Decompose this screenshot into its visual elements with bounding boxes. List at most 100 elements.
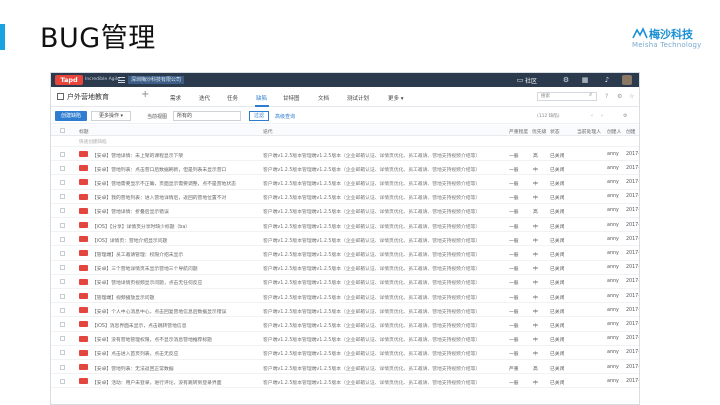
create-bug-button[interactable]: 创建缺陷: [55, 111, 87, 121]
bug-status[interactable]: 已关闭: [550, 379, 564, 386]
bug-title-link[interactable]: 【安卓】营地列表：点击营口后数据刷新，但是列表未显示营口: [92, 166, 262, 173]
bug-status[interactable]: 已关闭: [550, 208, 564, 215]
tab-docs[interactable]: 文档: [318, 94, 329, 102]
table-row[interactable]: 【安卓】营地需要显示不正确，页面显示需要调整，点不是营地状态 客户端v1.2.5版…: [51, 175, 639, 190]
advanced-search-link[interactable]: 高级查询: [275, 113, 295, 120]
bug-status[interactable]: 已关闭: [550, 223, 564, 230]
bug-title-link[interactable]: 【安卓】营地详情页视频显示问题，点击无任何反应: [92, 279, 262, 286]
pager-next-icon[interactable]: ›: [601, 113, 603, 119]
community-link[interactable]: 社区: [525, 76, 537, 85]
table-row[interactable]: 【安卓】个人中心消息中心，点击回复营地信息后数据显示错误 客户端v1.2.5版本管…: [51, 303, 639, 318]
row-checkbox[interactable]: [60, 151, 65, 157]
col-priority[interactable]: 优先级: [532, 128, 546, 135]
bug-title-link[interactable]: 【安卓】营地详情：未上架的课程显示下架: [92, 152, 262, 159]
search-input[interactable]: 搜索: [537, 92, 597, 101]
table-row[interactable]: 【iOS】【分享】详情页分享时缺少标题（ba） 客户端v1.2.5版本管理端v1.…: [51, 218, 639, 233]
bug-status[interactable]: 已关闭: [550, 265, 564, 272]
row-checkbox[interactable]: [60, 364, 65, 370]
row-checkbox[interactable]: [60, 179, 65, 185]
row-checkbox[interactable]: [60, 208, 65, 214]
bug-status[interactable]: 已关闭: [550, 322, 564, 329]
search-icon[interactable]: ⌕: [589, 91, 592, 99]
row-checkbox[interactable]: [60, 293, 65, 299]
bug-title-link[interactable]: 【安卓】我的营地列表：进入营地详情后，返回的营地位置不对: [92, 194, 262, 201]
table-row[interactable]: 【安卓】活动：用户未登录，进行评论，没有跳转到登录界面 客户端v1.2.5版本管理…: [51, 374, 639, 389]
bug-title-link[interactable]: 【安卓】点击进入首页列表，点击无反应: [92, 350, 262, 357]
bug-status[interactable]: 已关闭: [550, 251, 564, 258]
quick-create-input[interactable]: 快速创建缺陷: [79, 139, 107, 145]
menu-icon[interactable]: [118, 76, 125, 84]
tab-stories[interactable]: 需求: [170, 94, 181, 102]
bug-title-link[interactable]: 【安卓】营地需要显示不正确，页面显示需要调整，点不是营地状态: [92, 180, 262, 187]
bug-status[interactable]: 已关闭: [550, 194, 564, 201]
row-checkbox[interactable]: [60, 194, 65, 200]
bug-status[interactable]: 已关闭: [550, 237, 564, 244]
bug-status[interactable]: 已关闭: [550, 152, 564, 159]
bug-status[interactable]: 已关闭: [550, 336, 564, 343]
col-creator[interactable]: 创建人: [607, 128, 621, 135]
table-row[interactable]: 【安卓】点击进入首页列表，点击无反应 客户端v1.2.5版本管理端v1.2.5版本…: [51, 346, 639, 360]
table-row[interactable]: 【管理端】员工邀请管理：权限介绍未显示 客户端v1.2.5版本管理端v1.2.5版…: [51, 246, 639, 261]
row-checkbox[interactable]: [60, 336, 65, 342]
row-checkbox[interactable]: [60, 307, 65, 313]
filter-button[interactable]: 过滤: [249, 111, 269, 121]
view-select[interactable]: 所有的: [173, 111, 241, 121]
project-name[interactable]: 户外营地教育: [67, 92, 109, 102]
col-title[interactable]: 标题: [79, 128, 89, 135]
tab-iterations[interactable]: 迭代: [199, 94, 210, 102]
bug-title-link[interactable]: 【iOS】详情页：营地介绍显示问题: [92, 237, 262, 244]
table-row[interactable]: 【安卓】营地详情：折叠后显示错误 客户端v1.2.5版本管理端v1.2.5版本（企…: [51, 204, 639, 218]
plus-icon[interactable]: +: [141, 89, 149, 100]
table-row[interactable]: 【iOS】详情页：营地介绍显示问题 客户端v1.2.5版本管理端v1.2.5版本（…: [51, 232, 639, 247]
bug-title-link[interactable]: 【安卓】营地详情：折叠后显示错误: [92, 208, 262, 215]
row-checkbox[interactable]: [60, 250, 65, 256]
row-checkbox[interactable]: [60, 378, 65, 384]
bug-title-link[interactable]: 【iOS】消息界面未显示，点击跳转营地信息: [92, 322, 262, 329]
select-all-checkbox[interactable]: [60, 128, 65, 133]
quick-create-row[interactable]: 快速创建缺陷: [51, 136, 639, 147]
col-status[interactable]: 状态: [550, 128, 560, 135]
bug-status[interactable]: 已关闭: [550, 294, 564, 301]
table-row[interactable]: 【安卓】营地详情：未上架的课程显示下架 客户端v1.2.5版本管理端v1.2.5版…: [51, 147, 639, 162]
more-actions-button[interactable]: 更多操作 ▾: [91, 111, 131, 121]
col-created[interactable]: 创建: [626, 128, 636, 135]
col-severity[interactable]: 严重程度: [509, 128, 528, 135]
bug-title-link[interactable]: 【安卓】三个营地详情页未显示营地三个导航问题: [92, 265, 262, 272]
table-row[interactable]: 【管理端】视频播放显示问题 客户端v1.2.5版本管理端v1.2.5版本（企业邮箱…: [51, 289, 639, 304]
bug-title-link[interactable]: 【安卓】营地列表：无法返回正常数据: [92, 365, 262, 372]
row-checkbox[interactable]: [60, 321, 65, 327]
star-icon[interactable]: ☆: [629, 93, 634, 100]
table-row[interactable]: 【安卓】营地详情页视频显示问题，点击无任何反应 客户端v1.2.5版本管理端v1.…: [51, 275, 639, 289]
bug-status[interactable]: 已关闭: [550, 365, 564, 372]
tab-gantt[interactable]: 甘特图: [283, 94, 300, 102]
bug-title-link[interactable]: 【安卓】活动：用户未登录，进行评论，没有跳转到登录界面: [92, 379, 262, 386]
brand-logo[interactable]: Tapd: [55, 75, 83, 85]
bell-icon[interactable]: ♪: [603, 76, 611, 84]
gear-icon[interactable]: ⚙: [562, 76, 570, 84]
bug-title-link[interactable]: 【安卓】个人中心消息中心，点击回复营地信息后数据显示错误: [92, 308, 262, 315]
company-switcher[interactable]: 深圳梅沙科技有限公司: [128, 76, 185, 84]
col-iteration[interactable]: 迭代: [263, 128, 273, 135]
table-row[interactable]: 【安卓】营地列表：无法返回正常数据 客户端v1.2.5版本管理端v1.2.5版本（…: [51, 360, 639, 375]
bug-status[interactable]: 已关闭: [550, 166, 564, 173]
tab-more[interactable]: 更多 ▾: [388, 94, 404, 102]
grid-icon[interactable]: ▦: [581, 76, 589, 84]
bug-status[interactable]: 已关闭: [550, 350, 564, 357]
bug-status[interactable]: 已关闭: [550, 180, 564, 187]
row-checkbox[interactable]: [60, 350, 65, 356]
chat-icon[interactable]: ▭: [516, 76, 524, 84]
avatar[interactable]: [622, 75, 632, 85]
pager-prev-icon[interactable]: ‹: [591, 113, 593, 119]
bug-status[interactable]: 已关闭: [550, 279, 564, 286]
table-row[interactable]: 【安卓】三个营地详情页未显示营地三个导航问题 客户端v1.2.5版本管理端v1.2…: [51, 261, 639, 275]
table-row[interactable]: 【安卓】没有营地管理权限，点不显示消息营地推荐标题 客户端v1.2.5版本管理端v…: [51, 332, 639, 346]
col-handler[interactable]: 当前处理人: [577, 128, 601, 135]
table-row[interactable]: 【iOS】消息界面未显示，点击跳转营地信息 客户端v1.2.5版本管理端v1.2.…: [51, 317, 639, 332]
column-settings-icon[interactable]: ⚙: [623, 113, 627, 119]
tab-test-plan[interactable]: 测试计划: [347, 94, 369, 102]
row-checkbox[interactable]: [60, 236, 65, 242]
row-checkbox[interactable]: [60, 222, 65, 228]
bug-title-link[interactable]: 【管理端】视频播放显示问题: [92, 294, 262, 301]
row-checkbox[interactable]: [60, 165, 65, 171]
bug-title-link[interactable]: 【管理端】员工邀请管理：权限介绍未显示: [92, 251, 262, 258]
